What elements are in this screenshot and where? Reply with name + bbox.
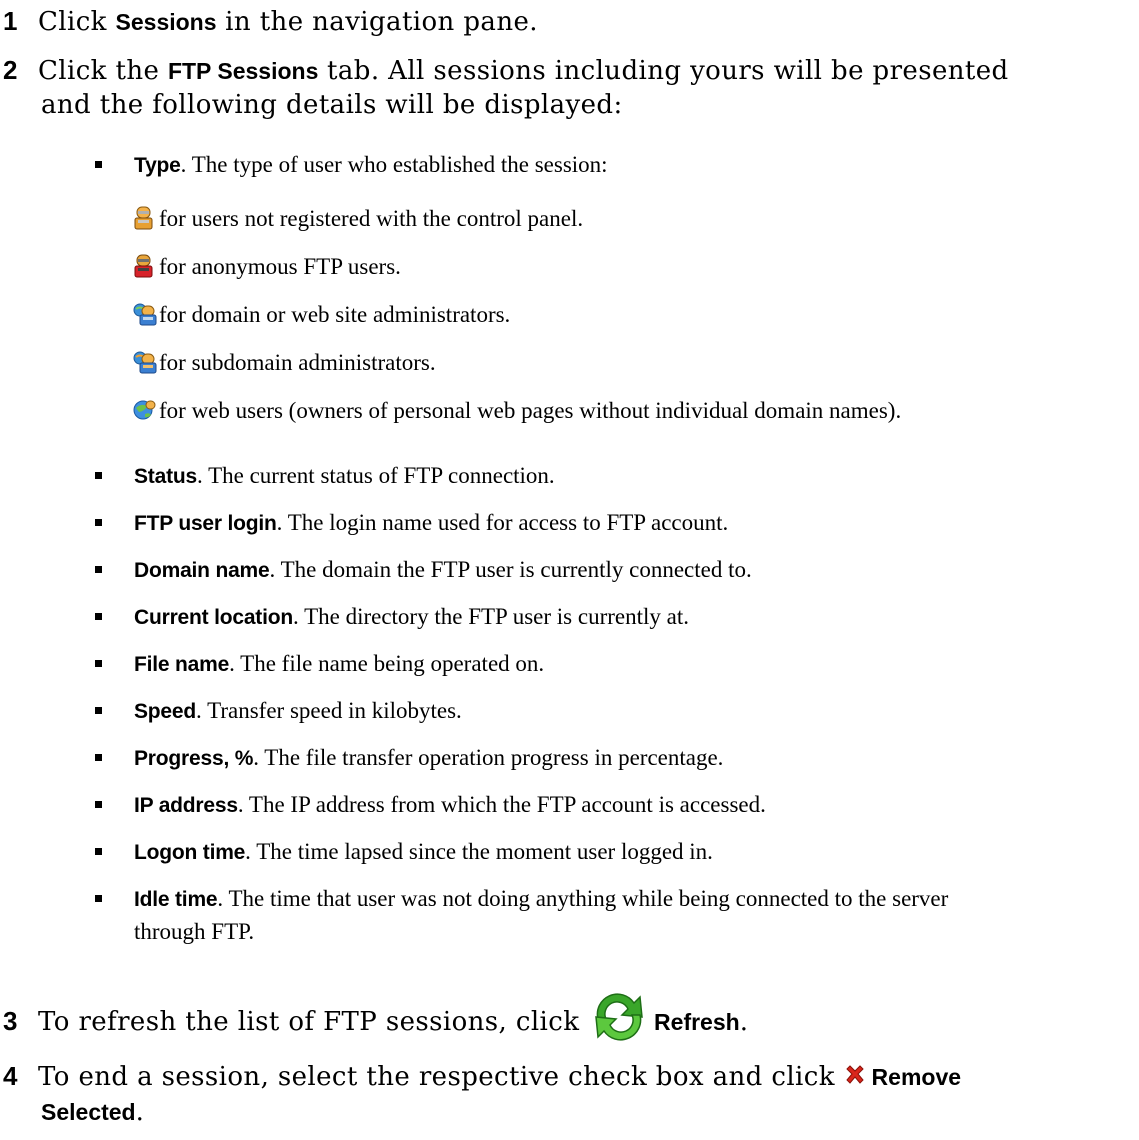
bullet-marker [95,848,102,855]
user-type-description: for subdomain administrators. [159,350,436,375]
remove-icon [845,1065,864,1084]
step-2-continued: and the following details will be displa… [3,86,623,124]
user-not-registered-icon [134,206,153,230]
domain-admin-icon [133,303,157,326]
bullet-marker [95,566,102,573]
bullet-marker [95,519,102,526]
step-3: 3 To refresh the list of FTP sessions, cl… [3,993,749,1041]
field-term: Domain name [134,559,270,582]
ui-term-refresh: Refresh [654,1009,740,1035]
step-number: 1 [3,6,18,36]
step-number: 4 [3,1061,18,1091]
subdomain-admin-icon [133,351,157,374]
step-4: 4 To end a session, select the respective… [3,1057,961,1096]
field-description: . The type of user who established the s… [180,152,608,177]
bullet-marker [95,707,102,714]
step-text: Click the [38,56,168,86]
step-text: in the navigation pane. [216,7,538,37]
bullet-marker [95,754,102,761]
step-text: To refresh the list of FTP sessions, cli… [38,1007,589,1037]
field-description: . The login name used for access to FTP … [276,510,729,535]
step-number: 2 [3,55,18,85]
step-text: . [135,1097,145,1127]
field-description: . The directory the FTP user is currentl… [292,604,689,629]
step-text: and the following details will be displa… [41,90,623,120]
refresh-icon [595,993,643,1041]
ui-term-remove: Remove [871,1064,962,1090]
field-term: Current location [134,606,293,629]
user-type-description: for domain or web site administrators. [159,302,511,327]
field-term: Status [134,465,197,488]
document-page: 1 Click Sessions in the navigation pane. … [0,0,1139,1140]
bullet-marker [95,895,102,902]
step-text: . [739,1007,749,1037]
ui-term-ftp-sessions-tab: FTP Sessions [167,58,319,84]
ui-term-sessions: Sessions [115,9,217,35]
field-term: FTP user login [134,512,277,535]
ui-term-selected: Selected [41,1099,136,1125]
field-term: IP address [134,794,238,817]
field-description: through FTP. [134,919,255,944]
field-description: . The time that user was not doing anyth… [217,886,949,911]
field-term: Logon time [134,841,246,864]
field-description: . The IP address from which the FTP acco… [237,792,766,817]
step-1: 1 Click Sessions in the navigation pane. [3,2,538,41]
user-type-description: for anonymous FTP users. [159,254,401,279]
web-user-icon [133,400,156,420]
field-term: File name [134,653,230,676]
bullet-marker [95,613,102,620]
field-description: . The file name being operated on. [229,651,545,676]
step-text: tab. All sessions including yours will b… [318,56,1009,86]
user-type-description: for web users (owners of personal web pa… [159,398,902,423]
field-description: . The domain the FTP user is currently c… [269,557,752,582]
field-description: . Transfer speed in kilobytes. [196,698,462,723]
field-description: . The current status of FTP connection. [196,463,555,488]
field-term: Speed [134,700,197,723]
field-description: . The file transfer operation progress i… [253,745,724,770]
field-term: Type [134,154,181,177]
user-type-description: for users not registered with the contro… [159,206,584,231]
step-4-continued: Selected. [3,1093,144,1131]
step-text: To end a session, select the respective … [38,1062,844,1092]
field-term: Idle time [134,888,218,911]
field-term: Progress, % [134,747,254,770]
step-2: 2 Click the FTP Sessions tab. All session… [3,51,1009,90]
bullet-marker [95,660,102,667]
bullet-marker [95,801,102,808]
bullet-marker [95,472,102,479]
step-text: Click [38,7,116,37]
bullet-marker [95,161,102,168]
field-description: . The time lapsed since the moment user … [245,839,713,864]
step-number: 3 [3,1006,18,1036]
anonymous-ftp-user-icon [134,254,153,278]
